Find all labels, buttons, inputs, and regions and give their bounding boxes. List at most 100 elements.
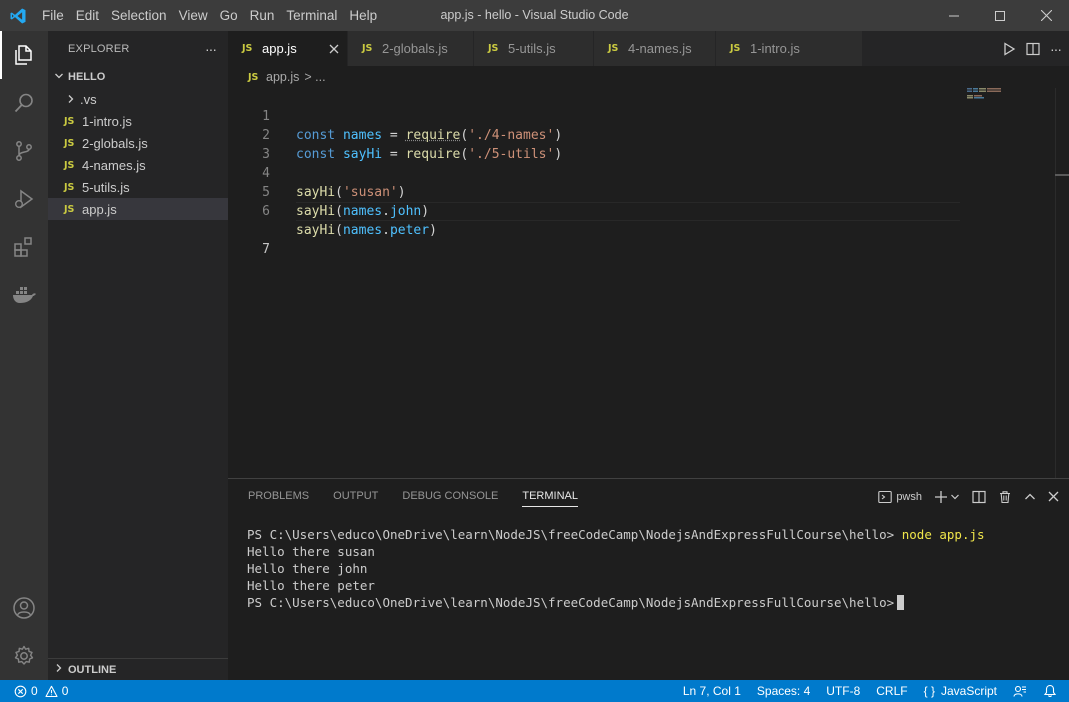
split-editor-icon[interactable] <box>1026 42 1040 56</box>
explorer-icon[interactable] <box>0 31 48 79</box>
new-terminal-button[interactable] <box>934 490 960 504</box>
code-line: 5 sayHi(names.john) <box>228 164 960 219</box>
paren: ) <box>429 223 437 238</box>
extensions-icon[interactable] <box>0 223 48 271</box>
tab-problems[interactable]: PROBLEMS <box>248 479 309 514</box>
chevron-right-icon <box>54 663 68 676</box>
maximize-panel-icon[interactable] <box>1024 491 1036 503</box>
warning-icon <box>45 685 58 697</box>
language-label: JavaScript <box>940 684 997 698</box>
js-file-icon: JS <box>64 137 75 149</box>
terminal-output[interactable]: PS C:\Users\educo\OneDrive\learn\NodeJS\… <box>247 526 985 611</box>
breadcrumb-rest[interactable]: > ... <box>304 70 325 84</box>
vertical-scrollbar[interactable] <box>1055 88 1069 478</box>
code-line: 2 const sayHi = require('./5-utils') <box>228 107 960 162</box>
code-line: 4 sayHi('susan') <box>228 145 960 200</box>
tree-item-label: 1-intro.js <box>82 113 132 129</box>
braces-icon: { } <box>923 684 935 698</box>
folder-label: HELLO <box>68 71 106 83</box>
editor-group: JS app.js JS 2-globals.js JS 5-utils.js … <box>228 31 1069 478</box>
trash-icon[interactable] <box>998 490 1012 504</box>
menu-file[interactable]: File <box>36 0 70 31</box>
source-control-icon[interactable] <box>0 127 48 175</box>
tab-output[interactable]: OUTPUT <box>333 479 378 514</box>
terminal-cursor <box>897 595 905 610</box>
close-window-button[interactable] <box>1023 0 1069 31</box>
notifications-bell-icon[interactable] <box>1035 684 1069 698</box>
chevron-down-icon <box>951 494 959 499</box>
close-panel-icon[interactable] <box>1048 491 1059 502</box>
cursor-position[interactable]: Ln 7, Col 1 <box>675 680 749 702</box>
tree-item-app-js[interactable]: JS app.js <box>48 198 228 220</box>
language-mode[interactable]: { } JavaScript <box>916 680 1005 702</box>
minimize-button[interactable] <box>931 0 977 31</box>
menu-terminal[interactable]: Terminal <box>280 0 343 31</box>
menu-help[interactable]: Help <box>343 0 383 31</box>
tab-debug-console[interactable]: DEBUG CONSOLE <box>402 479 498 514</box>
menu-run[interactable]: Run <box>244 0 281 31</box>
js-file-icon: JS <box>64 115 75 127</box>
tab-terminal[interactable]: TERMINAL <box>522 479 578 514</box>
tab-4-names[interactable]: JS 4-names.js <box>594 31 716 66</box>
terminal-shell-selector[interactable]: pwsh <box>878 490 922 504</box>
shell-name: pwsh <box>896 490 922 503</box>
manage-gear-icon[interactable] <box>0 632 48 680</box>
tab-label: 2-globals.js <box>382 41 448 56</box>
tree-item-4-names[interactable]: JS 4-names.js <box>48 154 228 176</box>
terminal-line: Hello there susan <box>247 544 375 559</box>
feedback-icon[interactable] <box>1005 684 1035 698</box>
code-line: 3 <box>228 126 960 162</box>
code-editor[interactable]: 1 const names = require('./4-names') 2 c… <box>228 88 960 257</box>
tree-item-label: 4-names.js <box>82 157 146 173</box>
outline-label: OUTLINE <box>68 663 117 676</box>
run-debug-icon[interactable] <box>0 175 48 223</box>
close-tab-icon[interactable] <box>329 44 339 54</box>
breadcrumb-file[interactable]: app.js <box>266 70 299 84</box>
more-actions-icon[interactable]: ··· <box>205 41 217 57</box>
tree-item-label: 2-globals.js <box>82 135 148 151</box>
dot: . <box>382 223 390 238</box>
tab-app-js[interactable]: JS app.js <box>228 31 348 66</box>
more-actions-icon[interactable]: ··· <box>1050 41 1062 57</box>
tree-item-label: 5-utils.js <box>82 179 130 195</box>
terminal-line: PS C:\Users\educo\OneDrive\learn\NodeJS\… <box>247 594 985 611</box>
menu-go[interactable]: Go <box>214 0 244 31</box>
tree-item-2-globals[interactable]: JS 2-globals.js <box>48 132 228 154</box>
split-terminal-icon[interactable] <box>972 490 986 504</box>
tree-item-1-intro[interactable]: JS 1-intro.js <box>48 110 228 132</box>
indentation[interactable]: Spaces: 4 <box>749 680 818 702</box>
search-icon[interactable] <box>0 79 48 127</box>
menu-selection[interactable]: Selection <box>105 0 173 31</box>
outline-section[interactable]: OUTLINE <box>48 658 228 680</box>
property: peter <box>389 223 430 238</box>
active-indicator <box>0 31 2 79</box>
account-icon[interactable] <box>0 584 48 632</box>
error-icon <box>14 685 27 697</box>
encoding[interactable]: UTF-8 <box>818 680 868 702</box>
menu-view[interactable]: View <box>173 0 214 31</box>
tab-2-globals[interactable]: JS 2-globals.js <box>348 31 474 66</box>
minimap[interactable] <box>967 88 1007 103</box>
run-file-icon[interactable] <box>1002 41 1016 56</box>
docker-icon[interactable] <box>0 271 48 319</box>
tree-item-5-utils[interactable]: JS 5-utils.js <box>48 176 228 198</box>
line-number: 7 <box>262 242 270 257</box>
terminal-line: PS C:\Users\educo\OneDrive\learn\NodeJS\… <box>247 526 985 543</box>
menu-edit[interactable]: Edit <box>70 0 105 31</box>
tree-item-label: .vs <box>80 91 97 107</box>
folder-hello[interactable]: HELLO <box>48 66 228 88</box>
problems-status[interactable]: 0 0 <box>0 684 68 698</box>
terminal-prompt: PS C:\Users\educo\OneDrive\learn\NodeJS\… <box>247 595 895 610</box>
tab-5-utils[interactable]: JS 5-utils.js <box>474 31 594 66</box>
maximize-button[interactable] <box>977 0 1023 31</box>
window-controls <box>931 0 1069 31</box>
status-right: Ln 7, Col 1 Spaces: 4 UTF-8 CRLF { } Jav… <box>675 680 1069 702</box>
js-file-icon: JS <box>64 181 75 193</box>
panel-actions: pwsh <box>878 479 1059 514</box>
tab-1-intro[interactable]: JS 1-intro.js <box>716 31 863 66</box>
line-ending[interactable]: CRLF <box>868 680 915 702</box>
tab-label: 5-utils.js <box>508 41 556 56</box>
tree-item-vs-folder[interactable]: .vs <box>48 88 228 110</box>
status-bar: 0 0 Ln 7, Col 1 Spaces: 4 UTF-8 CRLF { }… <box>0 680 1069 702</box>
breadcrumb: JS app.js > ... <box>228 66 1069 88</box>
